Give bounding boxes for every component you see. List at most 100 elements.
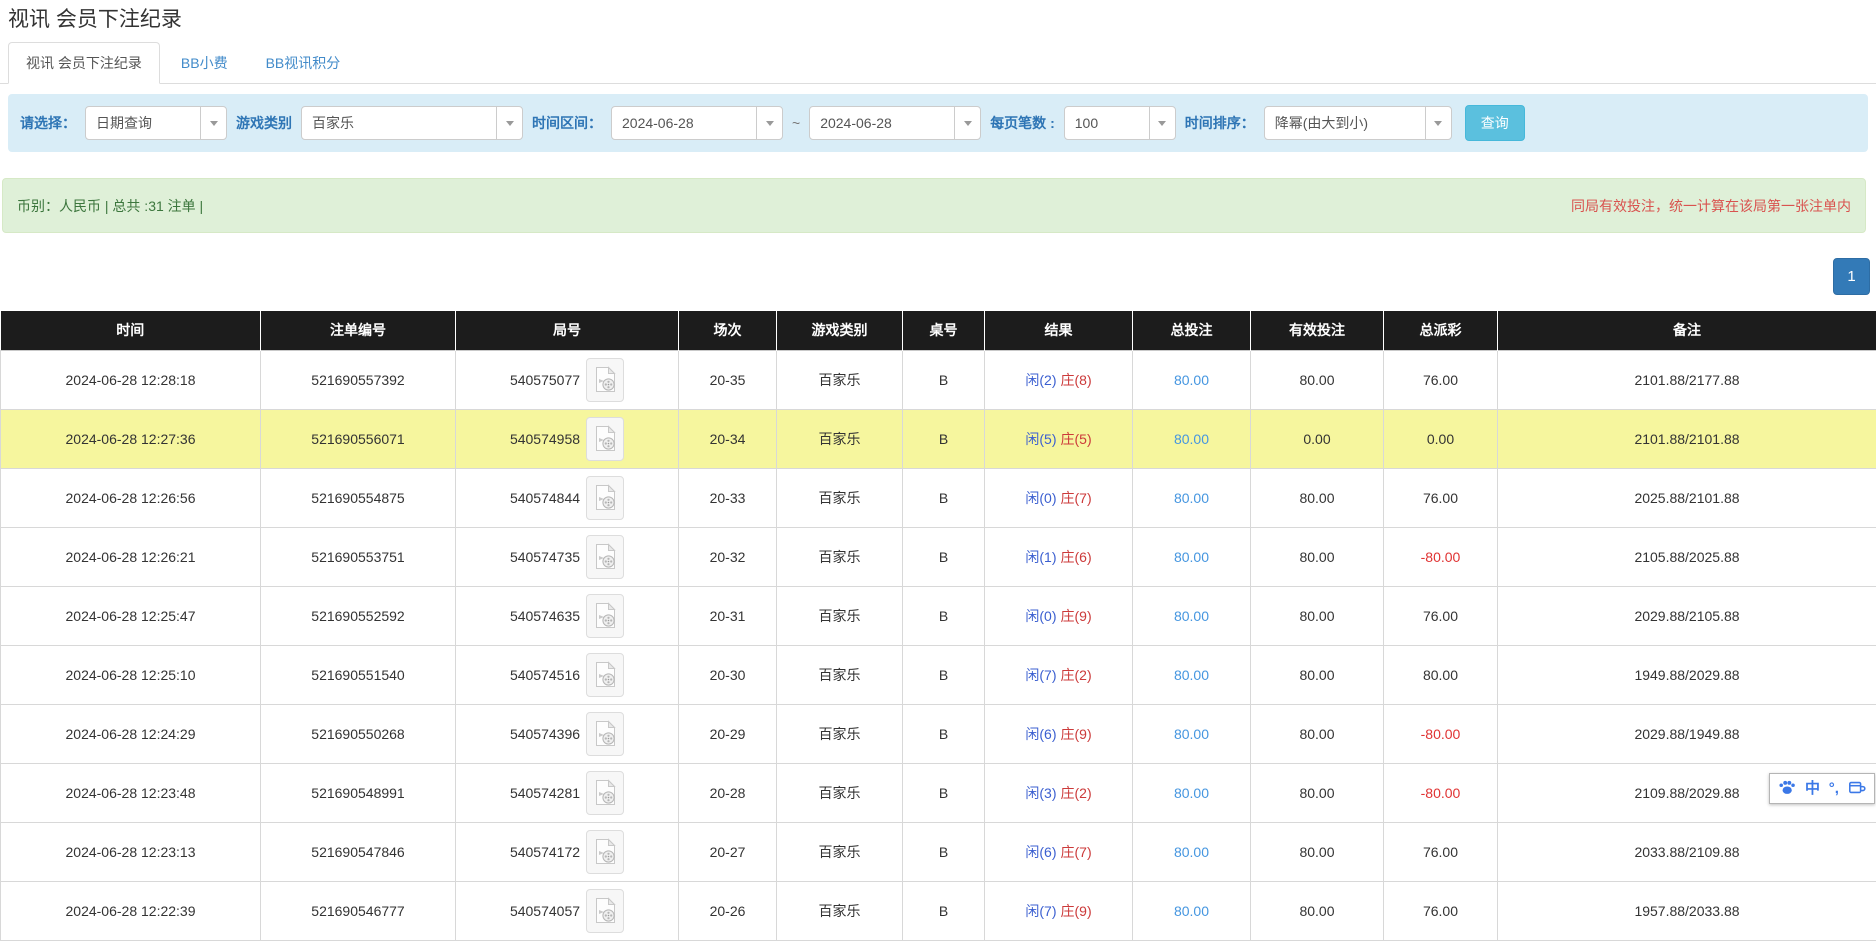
result-banker: 庄(9) bbox=[1061, 903, 1092, 919]
total-bet-link[interactable]: 80.00 bbox=[1174, 785, 1209, 801]
cell-table-no: B bbox=[903, 586, 985, 645]
cell-total-bet: 80.00 bbox=[1133, 586, 1251, 645]
total-bet-link[interactable]: 80.00 bbox=[1174, 372, 1209, 388]
result-player: 闲(0) bbox=[1025, 490, 1056, 506]
page-size-label: 每页笔数 : bbox=[990, 113, 1055, 133]
cell-valid-bet: 80.00 bbox=[1251, 645, 1384, 704]
page-size-value: 100 bbox=[1065, 107, 1149, 139]
cell-table-no: B bbox=[903, 704, 985, 763]
video-replay-icon[interactable] bbox=[586, 830, 624, 874]
cell-valid-bet: 80.00 bbox=[1251, 704, 1384, 763]
video-replay-icon[interactable] bbox=[586, 476, 624, 520]
currency-total-text: 币别：人民币 | 总共 :31 注单 | bbox=[17, 196, 203, 216]
total-bet-link[interactable]: 80.00 bbox=[1174, 667, 1209, 683]
round-id-text: 540574396 bbox=[510, 726, 580, 742]
cell-session: 20-27 bbox=[679, 822, 777, 881]
column-header: 注单编号 bbox=[261, 311, 456, 350]
cell-result: 闲(7)庄(2) bbox=[985, 645, 1133, 704]
cell-valid-bet: 0.00 bbox=[1251, 409, 1384, 468]
result-player: 闲(2) bbox=[1025, 372, 1056, 388]
cell-total-bet: 80.00 bbox=[1133, 645, 1251, 704]
mode-select-value: 日期查询 bbox=[86, 107, 200, 139]
cell-remark: 2029.88/1949.88 bbox=[1498, 704, 1876, 763]
video-replay-icon[interactable] bbox=[586, 653, 624, 697]
cell-valid-bet: 80.00 bbox=[1251, 468, 1384, 527]
marks-glyph[interactable]: °, bbox=[1829, 781, 1839, 796]
video-replay-icon[interactable] bbox=[586, 535, 624, 579]
tab-bb-video-points[interactable]: BB视讯积分 bbox=[249, 43, 358, 83]
page-1-button[interactable]: 1 bbox=[1833, 258, 1870, 295]
total-bet-link[interactable]: 80.00 bbox=[1174, 608, 1209, 624]
paw-icon[interactable] bbox=[1778, 779, 1796, 798]
cell-time: 2024-06-28 12:26:56 bbox=[1, 468, 261, 527]
result-banker: 庄(7) bbox=[1061, 844, 1092, 860]
cell-payout: 76.00 bbox=[1384, 468, 1498, 527]
cell-remark: 1957.88/2033.88 bbox=[1498, 881, 1876, 940]
game-type-select[interactable]: 百家乐 bbox=[301, 106, 523, 140]
summary-bar: 币别：人民币 | 总共 :31 注单 | 同局有效投注，统一计算在该局第一张注单… bbox=[2, 178, 1866, 233]
round-id-text: 540574958 bbox=[510, 431, 580, 447]
total-bet-link[interactable]: 80.00 bbox=[1174, 844, 1209, 860]
total-bet-link[interactable]: 80.00 bbox=[1174, 903, 1209, 919]
cell-time: 2024-06-28 12:24:29 bbox=[1, 704, 261, 763]
cell-total-bet: 80.00 bbox=[1133, 881, 1251, 940]
date-from-value: 2024-06-28 bbox=[612, 107, 756, 139]
cell-session: 20-29 bbox=[679, 704, 777, 763]
zhong-glyph[interactable]: 中 bbox=[1805, 781, 1820, 796]
cell-valid-bet: 80.00 bbox=[1251, 763, 1384, 822]
cell-table-no: B bbox=[903, 822, 985, 881]
cell-result: 闲(5)庄(5) bbox=[985, 409, 1133, 468]
cell-result: 闲(0)庄(9) bbox=[985, 586, 1133, 645]
video-replay-icon[interactable] bbox=[586, 417, 624, 461]
selection-toolbar-popup: 中 °, bbox=[1769, 773, 1875, 804]
cell-total-bet: 80.00 bbox=[1133, 527, 1251, 586]
mode-select[interactable]: 日期查询 bbox=[85, 106, 227, 140]
column-header: 游戏类别 bbox=[777, 311, 903, 350]
date-range-separator: ~ bbox=[792, 115, 800, 131]
cell-result: 闲(6)庄(9) bbox=[985, 704, 1133, 763]
cell-session: 20-33 bbox=[679, 468, 777, 527]
total-bet-link[interactable]: 80.00 bbox=[1174, 726, 1209, 742]
cell-table-no: B bbox=[903, 645, 985, 704]
cell-game-type: 百家乐 bbox=[777, 468, 903, 527]
total-bet-link[interactable]: 80.00 bbox=[1174, 549, 1209, 565]
round-id-text: 540574635 bbox=[510, 608, 580, 624]
video-replay-icon[interactable] bbox=[586, 771, 624, 815]
date-to-select[interactable]: 2024-06-28 bbox=[809, 106, 981, 140]
cell-game-type: 百家乐 bbox=[777, 704, 903, 763]
sort-select-value: 降幂(由大到小) bbox=[1265, 107, 1425, 139]
cell-time: 2024-06-28 12:27:36 bbox=[1, 409, 261, 468]
cup-icon[interactable] bbox=[1848, 780, 1866, 798]
mode-label: 请选择： bbox=[20, 113, 76, 133]
cell-payout: 80.00 bbox=[1384, 645, 1498, 704]
tab-bb-tips[interactable]: BB小费 bbox=[164, 43, 245, 83]
total-bet-link[interactable]: 80.00 bbox=[1174, 490, 1209, 506]
date-from-select[interactable]: 2024-06-28 bbox=[611, 106, 783, 140]
video-replay-icon[interactable] bbox=[586, 358, 624, 402]
result-banker: 庄(6) bbox=[1061, 549, 1092, 565]
query-button[interactable]: 查询 bbox=[1465, 105, 1525, 141]
table-row: 2024-06-28 12:27:36 521690556071 5405749… bbox=[1, 409, 1876, 468]
cell-bet-id: 521690553751 bbox=[261, 527, 456, 586]
round-id-text: 540574057 bbox=[510, 903, 580, 919]
cell-table-no: B bbox=[903, 763, 985, 822]
sort-select[interactable]: 降幂(由大到小) bbox=[1264, 106, 1452, 140]
cell-round-id: 540574057 bbox=[456, 881, 679, 940]
cell-game-type: 百家乐 bbox=[777, 586, 903, 645]
tab-betting-records[interactable]: 视讯 会员下注纪录 bbox=[8, 42, 160, 84]
cell-payout: -80.00 bbox=[1384, 763, 1498, 822]
total-bet-link[interactable]: 80.00 bbox=[1174, 431, 1209, 447]
sort-label: 时间排序： bbox=[1185, 113, 1255, 133]
cell-payout: -80.00 bbox=[1384, 704, 1498, 763]
page-title: 视讯 会员下注纪录 bbox=[0, 0, 1876, 33]
time-range-label: 时间区间： bbox=[532, 113, 602, 133]
cell-game-type: 百家乐 bbox=[777, 763, 903, 822]
cell-remark: 2105.88/2025.88 bbox=[1498, 527, 1876, 586]
video-replay-icon[interactable] bbox=[586, 594, 624, 638]
result-player: 闲(6) bbox=[1025, 726, 1056, 742]
cell-remark: 2033.88/2109.88 bbox=[1498, 822, 1876, 881]
video-replay-icon[interactable] bbox=[586, 712, 624, 756]
page-size-select[interactable]: 100 bbox=[1064, 106, 1176, 140]
cell-table-no: B bbox=[903, 881, 985, 940]
cell-round-id: 540574172 bbox=[456, 822, 679, 881]
